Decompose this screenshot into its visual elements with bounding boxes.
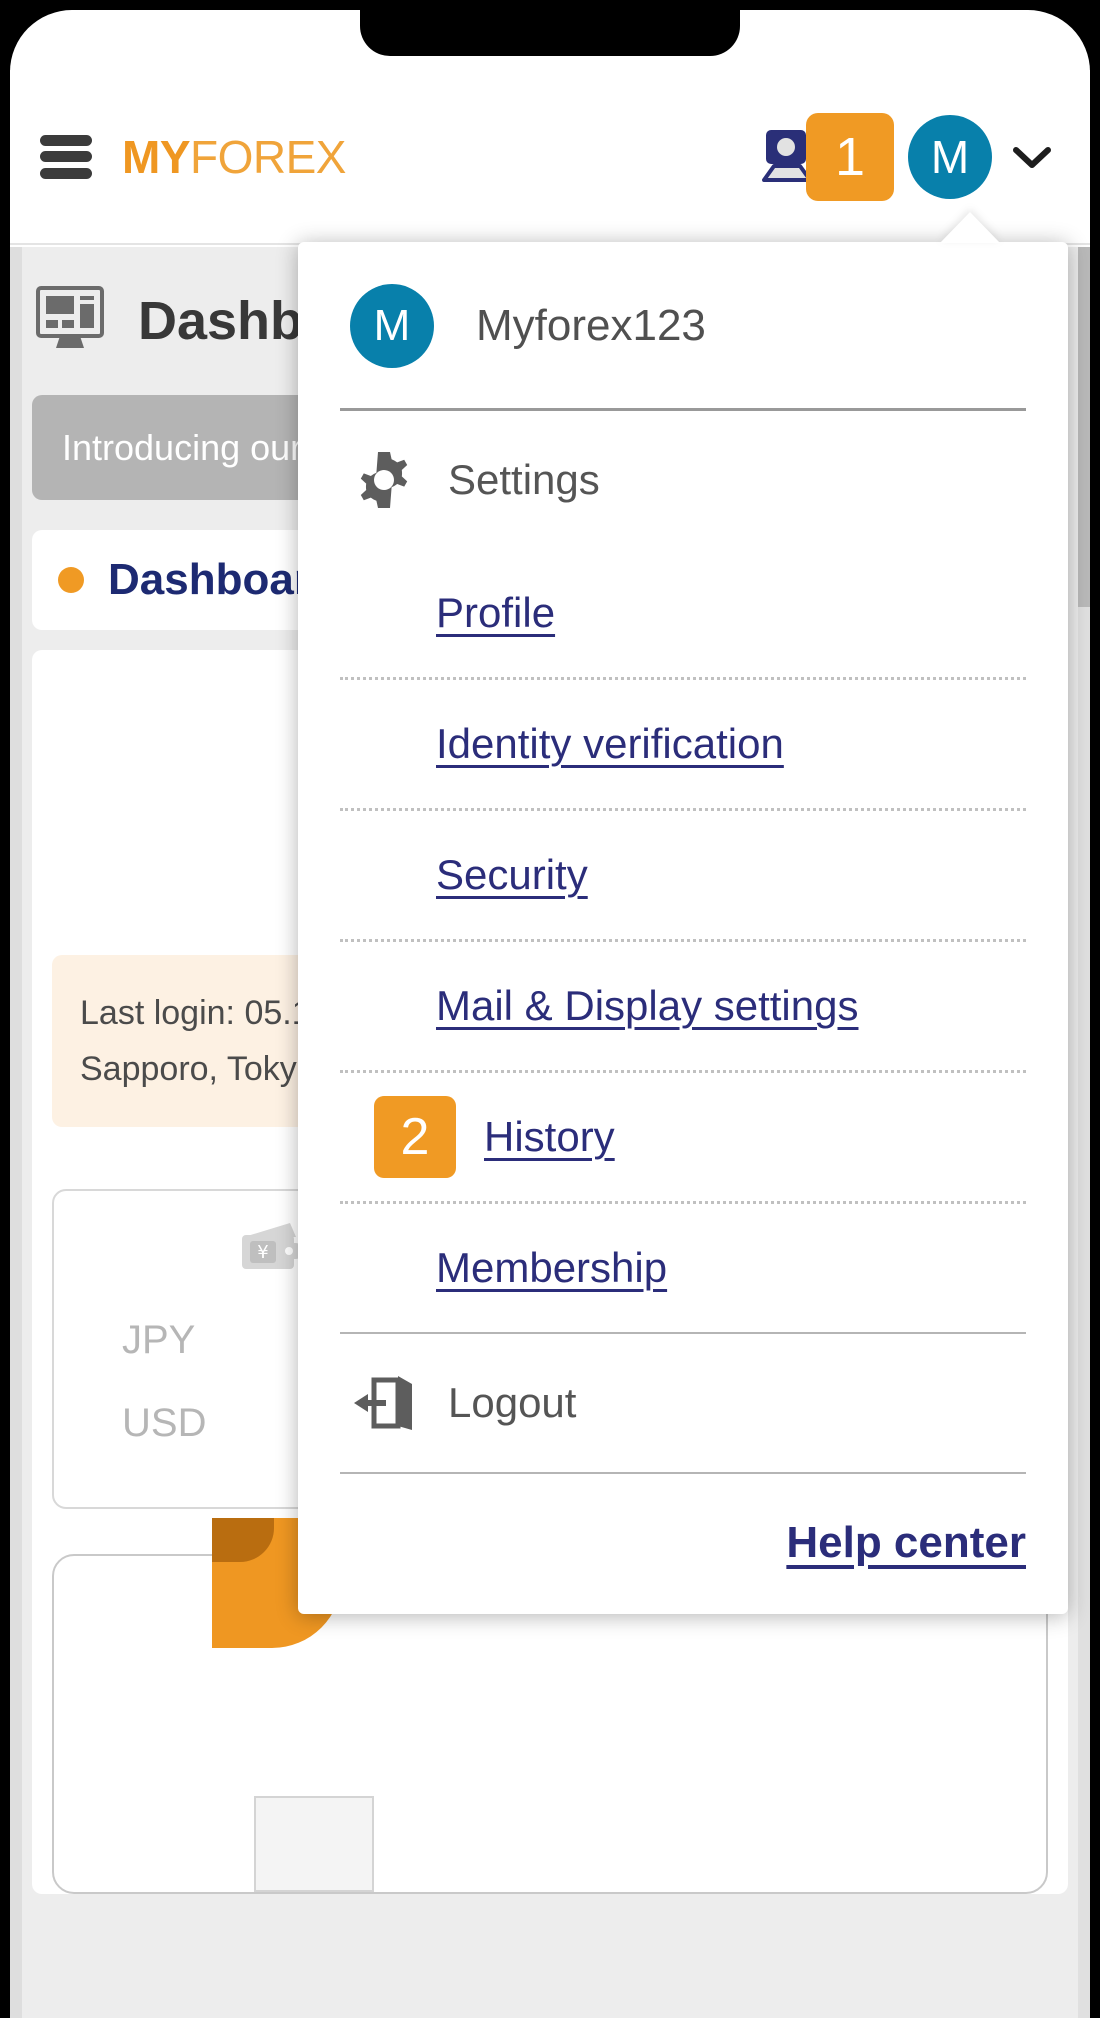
logout-door-icon [352, 1374, 416, 1432]
menu-item-membership[interactable]: Membership [340, 1204, 1026, 1332]
menu-item-profile[interactable]: Profile [340, 549, 1026, 677]
menu-item-settings[interactable]: Settings [340, 411, 1026, 549]
avatar[interactable]: M [908, 115, 992, 199]
menu-item-security-label: Security [436, 851, 588, 899]
account-dropdown-menu: M Myforex123 Settings Profile Identity v… [298, 242, 1068, 1614]
dropdown-user-row[interactable]: M Myforex123 [340, 242, 1026, 408]
menu-item-membership-label: Membership [436, 1244, 667, 1292]
brand-logo-forex: FOREX [190, 131, 346, 183]
menu-item-settings-label: Settings [448, 456, 600, 504]
dropdown-pointer-arrow [940, 212, 1000, 243]
hamburger-menu-icon[interactable] [40, 135, 92, 179]
phone-screen: Dashboard Introducing our Dashboard We L… [10, 10, 1090, 2018]
brand-logo-my: MY [122, 131, 190, 183]
menu-item-logout[interactable]: Logout [340, 1334, 1026, 1472]
phone-device-frame: Dashboard Introducing our Dashboard We L… [0, 0, 1100, 2008]
chevron-down-icon[interactable] [1010, 142, 1054, 172]
menu-item-history-label: History [484, 1113, 615, 1161]
left-edge-strip [10, 247, 22, 2018]
svg-text:¥: ¥ [257, 1242, 268, 1263]
menu-item-mail-display-settings-label: Mail & Display settings [436, 982, 858, 1030]
dropdown-username: Myforex123 [476, 301, 706, 351]
phone-notch [360, 10, 740, 56]
dropdown-avatar: M [350, 284, 434, 368]
page-scrollbar-track[interactable] [1078, 247, 1090, 2018]
promo-thumbnail-image [254, 1796, 374, 1892]
app-bar-actions: 1 M [754, 113, 1060, 201]
gear-icon [352, 448, 416, 512]
brand-logo[interactable]: MYFOREX [122, 134, 346, 180]
promo-banner-text: Introducing our [62, 427, 302, 469]
menu-item-help-center[interactable]: Help center [340, 1474, 1026, 1614]
menu-item-mail-display-settings[interactable]: Mail & Display settings [340, 942, 1026, 1070]
menu-item-profile-label: Profile [436, 589, 555, 637]
page-scrollbar-thumb[interactable] [1078, 247, 1090, 607]
menu-item-identity-verification[interactable]: Identity verification [340, 680, 1026, 808]
history-count-badge: 2 [374, 1096, 456, 1178]
hamburger-bar [40, 135, 92, 146]
menu-item-help-center-label: Help center [786, 1518, 1026, 1568]
menu-item-identity-verification-label: Identity verification [436, 720, 784, 768]
hamburger-bar [40, 151, 92, 162]
hamburger-bar [40, 168, 92, 179]
notification-count-badge[interactable]: 1 [806, 113, 894, 201]
menu-item-history[interactable]: 2 History [340, 1073, 1026, 1201]
dashboard-monitor-icon [34, 282, 106, 359]
section-bullet-icon [58, 567, 84, 593]
top-app-bar: MYFOREX 1 M [10, 70, 1090, 245]
menu-item-logout-label: Logout [448, 1379, 576, 1427]
menu-item-security[interactable]: Security [340, 811, 1026, 939]
wallet-yen-icon: ¥ [238, 1221, 304, 1280]
